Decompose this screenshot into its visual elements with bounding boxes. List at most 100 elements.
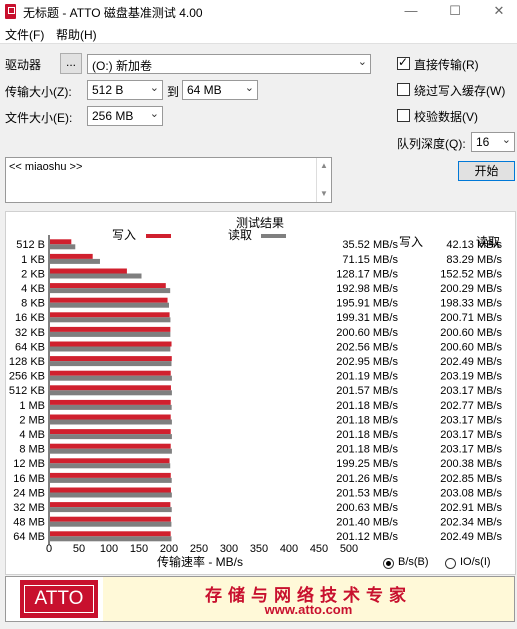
legend-write-swatch [146, 234, 171, 238]
read-bar [50, 492, 172, 498]
category-label: 16 KB [15, 312, 45, 324]
queue-depth-label: 队列深度(Q): [397, 137, 466, 151]
transfer-from-select[interactable]: 512 B ⌄ [87, 80, 163, 100]
transfer-to-select[interactable]: 64 MB ⌄ [182, 80, 258, 100]
transfer-to-value: 64 MB [187, 83, 222, 97]
x-tick-label: 450 [310, 543, 328, 555]
menu-file[interactable]: 文件(F) [5, 26, 44, 43]
read-value-label: 202.49 MB/s [440, 531, 502, 543]
write-bar [50, 283, 166, 289]
drive-select[interactable]: (O:) 新加卷 ⌄ [87, 54, 371, 74]
write-bar [50, 531, 171, 537]
x-tick-label: 0 [46, 543, 52, 555]
read-value-label: 202.34 MB/s [440, 517, 502, 529]
units-bs-radio[interactable] [383, 558, 394, 569]
menu-bar: 文件(F) 帮助(H) [0, 23, 517, 44]
write-bar [50, 253, 93, 259]
category-label: 64 KB [15, 341, 45, 353]
write-bar [50, 326, 171, 332]
write-bar [50, 341, 172, 347]
read-value-label: 203.17 MB/s [440, 385, 502, 397]
write-value-label: 201.18 MB/s [336, 414, 398, 426]
browse-button[interactable]: ... [60, 53, 82, 74]
read-value-label: 203.17 MB/s [440, 429, 502, 441]
col-write-header: 写入 [399, 235, 423, 249]
read-bar [50, 346, 171, 352]
file-size-select[interactable]: 256 MB ⌄ [87, 106, 163, 126]
read-bar [50, 390, 172, 396]
write-value-label: 201.19 MB/s [336, 371, 398, 383]
write-value-label: 202.56 MB/s [336, 341, 398, 353]
units-bs-label: B/s(B) [398, 556, 429, 568]
read-bar [50, 404, 172, 410]
units-ios-label: IO/s(I) [460, 556, 491, 568]
chevron-down-icon: ⌄ [501, 134, 511, 146]
read-value-label: 42.13 MB/s [446, 239, 502, 251]
write-value-label: 201.18 MB/s [336, 444, 398, 456]
category-label: 32 MB [13, 502, 45, 514]
write-bar [50, 297, 168, 303]
category-label: 4 MB [19, 429, 45, 441]
legend-write-label: 写入 [112, 228, 136, 242]
read-value-label: 83.29 MB/s [446, 254, 502, 266]
read-value-label: 200.71 MB/s [440, 312, 502, 324]
description-scrollbar[interactable]: ▲ ▼ [316, 158, 331, 202]
write-bar [50, 472, 171, 478]
category-label: 2 MB [19, 414, 45, 426]
start-button[interactable]: 开始 [458, 161, 515, 181]
chevron-down-icon: ⌄ [149, 108, 159, 120]
read-value-label: 203.17 MB/s [440, 414, 502, 426]
read-bar [50, 507, 172, 513]
read-bar [50, 434, 172, 440]
verify-data-checkbox[interactable] [397, 109, 410, 122]
x-tick-label: 200 [160, 543, 178, 555]
write-value-label: 35.52 MB/s [342, 239, 398, 251]
write-value-label: 128.17 MB/s [336, 268, 398, 280]
write-bar [50, 370, 171, 376]
description-textarea[interactable]: << miaoshu >> ▲ ▼ [5, 157, 332, 203]
write-bar [50, 268, 127, 274]
atto-logo: ATTO [20, 580, 98, 618]
read-bar [50, 302, 169, 308]
scroll-down-icon[interactable]: ▼ [320, 189, 328, 198]
read-bar [50, 375, 172, 381]
write-value-label: 200.60 MB/s [336, 327, 398, 339]
category-label: 32 KB [15, 327, 45, 339]
transfer-size-label: 传输大小(Z): [5, 85, 72, 99]
write-bar [50, 487, 171, 493]
write-value-label: 201.57 MB/s [336, 385, 398, 397]
results-chart: 测试结果 写入 读取 写入 读取 512 B 35.52 MB/s 42.13 MB… [9, 215, 503, 569]
write-value-label: 201.26 MB/s [336, 473, 398, 485]
direct-io-checkbox[interactable] [397, 55, 410, 70]
legend-read-swatch [261, 234, 286, 238]
bypass-cache-checkbox[interactable] [397, 83, 410, 96]
file-size-value: 256 MB [92, 109, 134, 123]
read-value-label: 202.49 MB/s [440, 356, 502, 368]
x-tick-label: 150 [130, 543, 148, 555]
read-value-label: 202.77 MB/s [440, 400, 502, 412]
units-ios-radio[interactable] [445, 558, 456, 569]
bypass-cache-label: 绕过写入缓存(W) [414, 84, 506, 98]
read-bar [50, 521, 172, 527]
write-bar [50, 516, 171, 522]
menu-help[interactable]: 帮助(H) [56, 26, 97, 43]
x-tick-label: 250 [190, 543, 208, 555]
write-bar [50, 443, 171, 449]
transfer-from-value: 512 B [92, 83, 124, 97]
read-value-label: 202.91 MB/s [440, 502, 502, 514]
write-bar [50, 356, 172, 362]
write-value-label: 200.63 MB/s [336, 502, 398, 514]
queue-depth-select[interactable]: 16 ⌄ [471, 132, 515, 152]
category-label: 256 KB [9, 371, 45, 383]
website-link[interactable]: www.atto.com [103, 602, 514, 617]
slogan-area: 存储与网络技术专家 www.atto.com [103, 577, 514, 621]
minimize-button[interactable]: — [402, 2, 420, 20]
category-label: 12 MB [13, 458, 45, 470]
write-value-label: 199.31 MB/s [336, 312, 398, 324]
read-bar [50, 317, 171, 323]
read-bar [50, 331, 171, 337]
close-button[interactable]: ✕ [490, 2, 508, 20]
to-label: 到 [167, 85, 180, 99]
maximize-button[interactable]: ☐ [446, 2, 464, 20]
scroll-up-icon[interactable]: ▲ [320, 161, 328, 170]
